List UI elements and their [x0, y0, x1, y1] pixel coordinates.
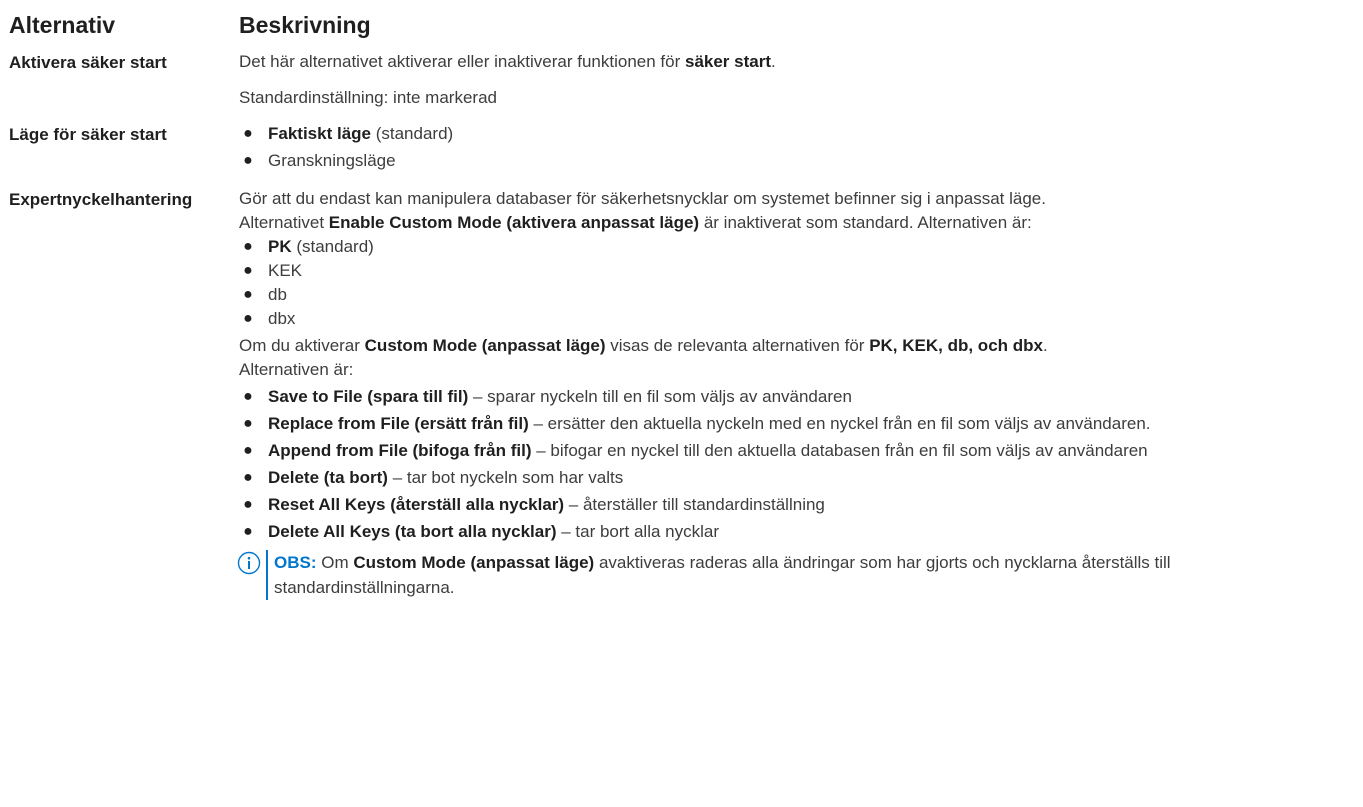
bullet-icon: ●	[243, 286, 253, 303]
header-option: Alternativ	[9, 12, 116, 38]
option-label: Aktivera säker start	[9, 53, 167, 72]
bullet-icon: ●	[243, 310, 253, 327]
bullet-icon: ●	[243, 125, 253, 142]
bullet-icon: ●	[243, 496, 253, 513]
bullet-icon: ●	[243, 442, 253, 459]
row-secure-boot: Aktivera säker start Det här alternative…	[9, 50, 1363, 110]
list-item: ● KEK	[239, 259, 1343, 283]
row-secure-boot-mode: Läge för säker start ● Faktiskt läge (sta…	[9, 122, 1363, 173]
option-description: Det här alternativet aktiverar eller ina…	[239, 50, 1363, 110]
default-setting: Standardinställning: inte markerad	[239, 88, 497, 107]
note-text: OBS: Om Custom Mode (anpassat läge) avak…	[266, 550, 1343, 600]
list-item: ● Save to File (spara till fil) – sparar …	[239, 385, 1343, 409]
list-item: ● Append from File (bifoga från fil) – bi…	[239, 439, 1343, 463]
list-item: ● dbx	[239, 307, 1343, 331]
mode-list: ● Faktiskt läge (standard) ● Granskningslä…	[239, 122, 1343, 173]
bullet-icon: ●	[243, 469, 253, 486]
bullet-icon: ●	[243, 388, 253, 405]
list-item: ● Delete (ta bort) – tar bot nyckeln som …	[239, 466, 1343, 490]
key-list: ● PK (standard) ● KEK ● db ● dbx	[239, 235, 1343, 331]
list-item: ● Replace from File (ersätt från fil) – e…	[239, 412, 1343, 436]
list-item: ● Reset All Keys (återställ alla nycklar)…	[239, 493, 1343, 517]
table-header: Alternativ Beskrivning	[9, 12, 1363, 50]
bullet-icon: ●	[243, 262, 253, 279]
header-description: Beskrivning	[239, 12, 371, 38]
note-box: OBS: Om Custom Mode (anpassat läge) avak…	[237, 550, 1343, 600]
info-icon	[237, 551, 261, 575]
option-label: Expertnyckelhantering	[9, 190, 193, 209]
option-description: ● Faktiskt läge (standard) ● Granskningslä…	[239, 122, 1363, 173]
bullet-icon: ●	[243, 523, 253, 540]
list-item: ● Delete All Keys (ta bort alla nycklar) …	[239, 520, 1343, 544]
option-label: Läge för säker start	[9, 125, 167, 144]
list-item: ● Faktiskt läge (standard)	[239, 122, 1343, 146]
action-list: ● Save to File (spara till fil) – sparar …	[239, 385, 1343, 544]
note-label: OBS:	[274, 553, 317, 572]
options-table: Alternativ Beskrivning Aktivera säker st…	[0, 0, 1363, 600]
list-item: ● db	[239, 283, 1343, 307]
option-description: Gör att du endast kan manipulera databas…	[237, 187, 1363, 600]
list-item: ● Granskningsläge	[239, 149, 1343, 173]
bullet-icon: ●	[243, 152, 253, 169]
row-expert-key-management: Expertnyckelhantering Gör att du endast …	[9, 187, 1363, 600]
bullet-icon: ●	[243, 415, 253, 432]
bullet-icon: ●	[243, 238, 253, 255]
list-item: ● PK (standard)	[239, 235, 1343, 259]
